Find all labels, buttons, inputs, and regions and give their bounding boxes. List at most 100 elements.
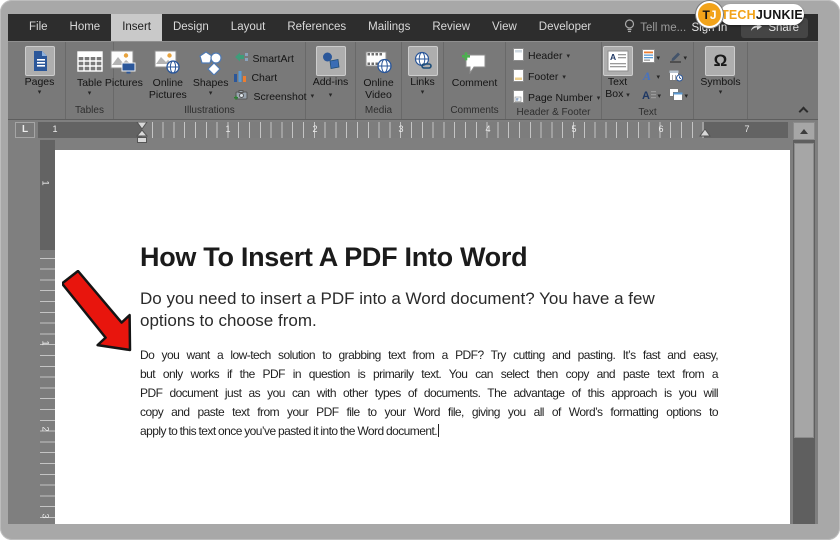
- ruler-number: 1: [41, 340, 51, 345]
- online-video-button[interactable]: Online Video: [356, 46, 402, 104]
- links-button[interactable]: Links ▾: [408, 46, 438, 104]
- group-label-comments: Comments: [444, 104, 505, 119]
- addins-button[interactable]: Add-ins ▾: [313, 46, 349, 104]
- tab-developer[interactable]: Developer: [528, 14, 602, 41]
- ribbon-group-pages: Pages ▾: [14, 42, 66, 119]
- symbols-button[interactable]: Ω Symbols ▾: [700, 46, 740, 104]
- table-button[interactable]: Table ▾: [77, 46, 103, 104]
- header-icon: [513, 48, 524, 64]
- first-line-indent-marker[interactable]: [136, 122, 148, 130]
- online-pictures-button[interactable]: Online Pictures: [145, 46, 191, 104]
- footer-icon: [513, 69, 524, 85]
- ruler-number: 3: [398, 124, 403, 134]
- techjunkie-logo: TECHJUNKIE TJ: [696, 1, 808, 29]
- tab-design[interactable]: Design: [162, 14, 220, 41]
- group-label-tables: Tables: [66, 104, 113, 119]
- dropdown-icon: ▾: [209, 90, 213, 97]
- hanging-indent-marker[interactable]: [136, 130, 148, 144]
- red-arrow: [62, 270, 140, 358]
- svg-text:A: A: [610, 52, 616, 62]
- links-icon: [408, 46, 438, 76]
- group-label-media: Media: [356, 104, 401, 119]
- header-label: Header: [528, 50, 562, 62]
- screenshot-button[interactable]: Screenshot ▾: [234, 89, 314, 104]
- chart-label: Chart: [251, 72, 277, 84]
- footer-button[interactable]: Footer ▾: [513, 69, 566, 85]
- date-time-icon: [669, 69, 683, 87]
- tab-review[interactable]: Review: [421, 14, 481, 41]
- vertical-scrollbar[interactable]: [793, 140, 815, 524]
- shapes-button[interactable]: Shapes ▾: [193, 46, 229, 104]
- body-line: copy and paste text from your PDF file t…: [140, 403, 718, 422]
- dropdown-icon: ▾: [685, 93, 689, 100]
- pages-icon: [25, 46, 55, 76]
- ruler-number: 7: [744, 124, 749, 134]
- ruler-number: 3: [41, 513, 51, 518]
- tab-selector-button[interactable]: L: [15, 122, 35, 138]
- dropdown-icon: ▾: [719, 89, 723, 96]
- object-button[interactable]: ▾: [669, 87, 696, 106]
- quick-parts-button[interactable]: ▾: [642, 49, 669, 68]
- ruler-number: 1: [225, 124, 230, 134]
- tab-references[interactable]: References: [276, 14, 357, 41]
- tab-layout[interactable]: Layout: [220, 14, 277, 41]
- dropdown-icon: ▾: [566, 53, 570, 60]
- text-box-icon: A: [603, 46, 633, 76]
- group-label-symbols: [694, 104, 747, 119]
- ruler-number: 2: [41, 426, 51, 431]
- ribbon-group-addins: Add-ins ▾: [306, 42, 356, 119]
- dropdown-icon: ▾: [657, 74, 661, 81]
- ribbon-group-text: A Text Box ▾ ▾: [602, 42, 694, 119]
- drop-cap-button[interactable]: A ▾: [642, 87, 669, 106]
- drop-cap-icon: A: [642, 88, 656, 106]
- chart-icon: [234, 70, 247, 85]
- dropdown-icon: ▾: [658, 93, 662, 100]
- wordart-button[interactable]: A ▾: [642, 68, 669, 87]
- tab-file[interactable]: File: [18, 14, 59, 41]
- signature-line-button[interactable]: ▾: [669, 49, 696, 68]
- scroll-up-button[interactable]: [793, 122, 815, 140]
- doc-body-paragraph: Do you want a low-tech solution to grabb…: [140, 346, 718, 441]
- page-number-icon: #: [513, 90, 524, 106]
- group-label-header-footer: Header & Footer: [506, 106, 601, 120]
- text-box-button[interactable]: A Text Box ▾: [600, 46, 636, 106]
- date-time-button[interactable]: [669, 68, 696, 87]
- pages-button[interactable]: Pages ▾: [25, 46, 55, 104]
- pictures-button[interactable]: Pictures: [105, 46, 143, 104]
- wordart-icon: A: [642, 69, 655, 87]
- tell-me-box[interactable]: Tell me...: [624, 14, 686, 41]
- dropdown-icon: ▾: [88, 90, 92, 97]
- footer-label: Footer: [528, 71, 558, 83]
- pictures-label: Pictures: [105, 78, 143, 90]
- tab-insert[interactable]: Insert: [111, 14, 162, 41]
- horizontal-ruler[interactable]: 1 1 2 3 4 5 6 7: [38, 122, 788, 138]
- techjunkie-wordmark: TECHJUNKIE: [720, 4, 804, 25]
- smartart-button[interactable]: SmartArt: [234, 51, 293, 66]
- dropdown-icon: ▾: [421, 89, 425, 96]
- dropdown-icon: ▾: [657, 55, 661, 62]
- page-number-button[interactable]: # Page Number ▾: [513, 90, 600, 106]
- scrollbar-thumb[interactable]: [794, 143, 814, 438]
- tab-view[interactable]: View: [481, 14, 528, 41]
- omega-symbol-icon: Ω: [705, 46, 735, 76]
- table-icon: [77, 46, 103, 78]
- chart-button[interactable]: Chart: [234, 70, 277, 85]
- vertical-ruler[interactable]: 1 1 2 3: [40, 140, 55, 524]
- group-label-text: Text: [602, 106, 693, 120]
- tab-home[interactable]: Home: [59, 14, 112, 41]
- quick-parts-icon: [642, 49, 655, 68]
- body-line: PDF document just as you can with other …: [140, 384, 718, 403]
- ruler-number: 1: [41, 180, 51, 185]
- header-button[interactable]: Header ▾: [513, 48, 570, 64]
- right-indent-marker[interactable]: [699, 129, 711, 138]
- tab-mailings[interactable]: Mailings: [357, 14, 421, 41]
- shapes-label: Shapes: [193, 78, 229, 90]
- table-label: Table: [77, 78, 102, 90]
- ruler-number: 5: [571, 124, 576, 134]
- document-page[interactable]: How To Insert A PDF Into Word Do you nee…: [55, 150, 790, 524]
- dropdown-icon: ▾: [329, 92, 333, 99]
- collapse-ribbon-button[interactable]: [798, 105, 810, 115]
- comment-button[interactable]: Comment: [452, 46, 498, 104]
- comment-label: Comment: [452, 78, 498, 90]
- smartart-label: SmartArt: [252, 53, 293, 65]
